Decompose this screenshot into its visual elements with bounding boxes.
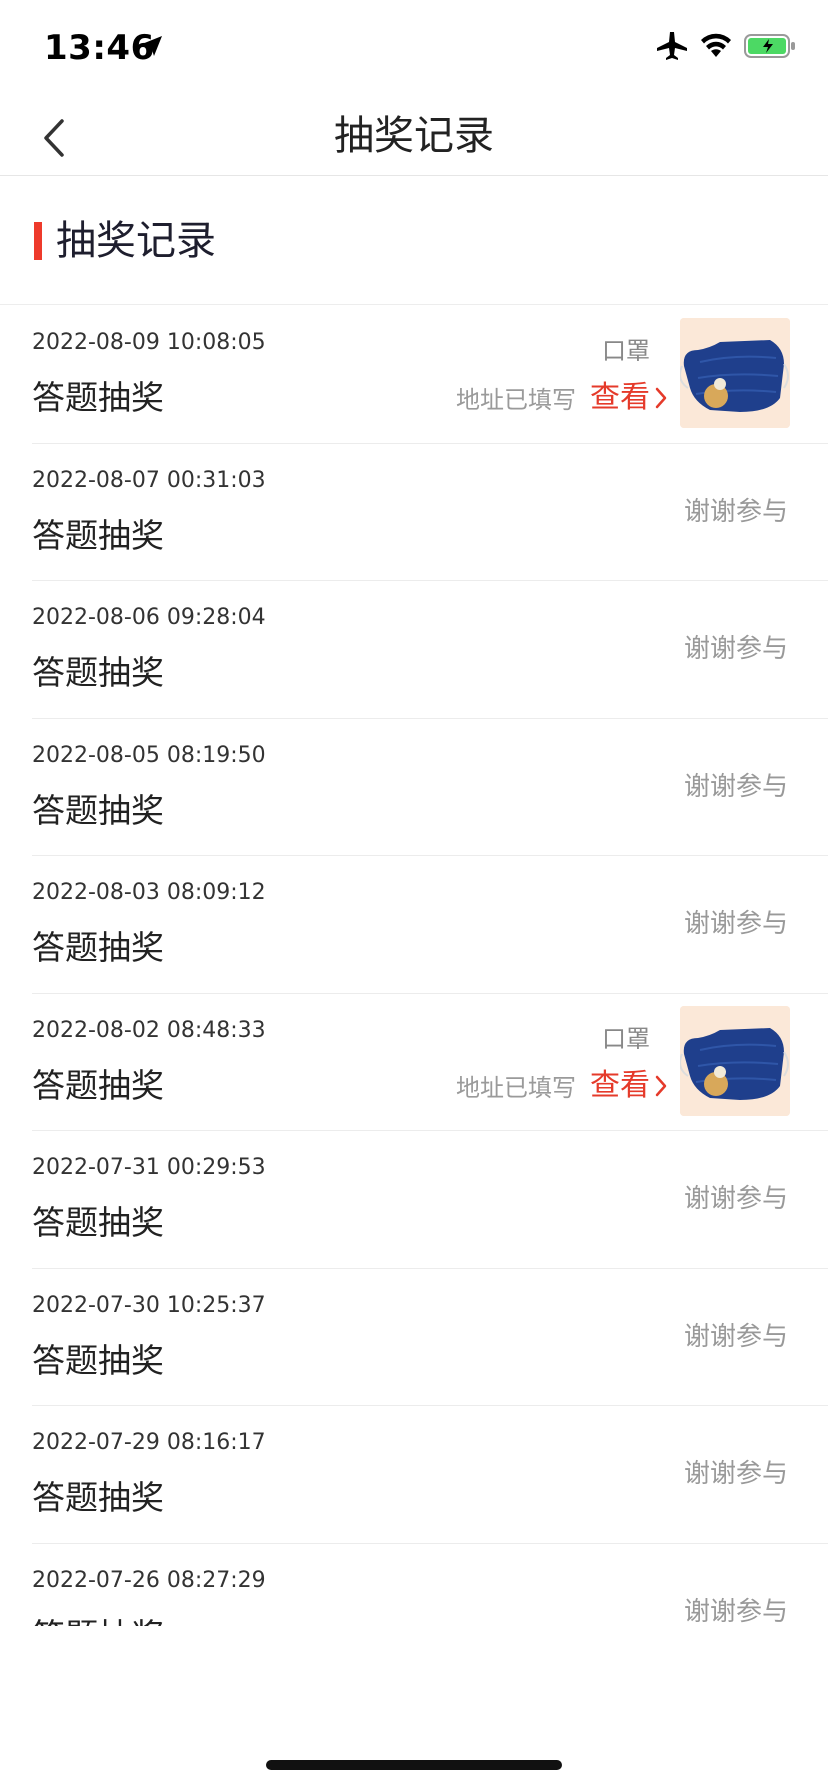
status-icons (656, 32, 796, 60)
nav-bar: 抽奖记录 (0, 100, 828, 176)
record-row[interactable]: 2022-08-03 08:09:12 答题抽奖 谢谢参与 (32, 856, 828, 994)
record-row[interactable]: 2022-07-29 08:16:17 答题抽奖 谢谢参与 (32, 1406, 828, 1544)
record-type: 答题抽奖 (32, 790, 164, 830)
battery-charging-icon (744, 34, 795, 58)
record-result: 谢谢参与 (683, 1321, 788, 1352)
airplane-icon (657, 32, 687, 60)
prize-thumbnail-mask[interactable] (680, 1005, 790, 1116)
record-row[interactable]: 2022-07-30 10:25:37 答题抽奖 谢谢参与 (32, 1269, 828, 1406)
record-result: 谢谢参与 (683, 1184, 788, 1214)
lottery-records-page: 13:46 抽奖记录 抽奖记录 2022-08-09 10:08:05 答题抽奖… (0, 0, 828, 1792)
record-type: 答题抽奖 (32, 378, 164, 417)
prize-name: 口罩 (602, 1024, 650, 1053)
record-time: 2022-07-26 08:27:29 (32, 1567, 266, 1593)
section-title: 抽奖记录 (56, 218, 216, 264)
view-button[interactable]: 查看 (590, 1066, 668, 1106)
record-result: 谢谢参与 (683, 909, 788, 939)
record-row[interactable]: 2022-08-02 08:48:33 答题抽奖 口罩 地址已填写 查看 (32, 994, 828, 1131)
record-row[interactable]: 2022-07-31 00:29:53 答题抽奖 谢谢参与 (32, 1131, 828, 1269)
status-bar: 13:46 (0, 0, 828, 100)
record-row[interactable]: 2022-08-07 00:31:03 答题抽奖 谢谢参与 (32, 444, 828, 581)
record-time: 2022-08-05 08:19:50 (32, 742, 266, 768)
record-time: 2022-08-06 09:28:04 (32, 605, 266, 630)
record-time: 2022-08-02 08:48:33 (32, 1017, 266, 1043)
home-indicator[interactable] (266, 1760, 562, 1770)
wifi-icon (701, 33, 731, 57)
address-status: 地址已填写 (456, 386, 576, 414)
view-label: 查看 (590, 380, 650, 415)
section-accent-bar (34, 222, 42, 260)
record-row[interactable]: 2022-08-06 09:28:04 答题抽奖 谢谢参与 (32, 581, 828, 719)
record-result: 谢谢参与 (683, 496, 788, 527)
record-type: 答题抽奖 (32, 1203, 164, 1242)
record-result: 谢谢参与 (683, 634, 788, 664)
record-time: 2022-07-30 10:25:37 (32, 1292, 266, 1318)
status-time: 13:46 (44, 28, 155, 68)
record-result: 谢谢参与 (683, 1596, 788, 1627)
mask-image-icon (680, 1005, 790, 1116)
address-status: 地址已填写 (456, 1073, 576, 1102)
record-type: 答题抽奖 (32, 1065, 164, 1105)
chevron-right-icon (655, 387, 667, 409)
section-header: 抽奖记录 (0, 177, 828, 305)
view-button[interactable]: 查看 (590, 378, 668, 418)
mask-image-icon (680, 318, 790, 428)
record-type: 答题抽奖 (32, 515, 164, 555)
view-label: 查看 (590, 1067, 650, 1103)
record-type: 答题抽奖 (32, 928, 164, 967)
record-type: 答题抽奖 (32, 1614, 164, 1627)
record-result: 谢谢参与 (683, 771, 788, 802)
record-type: 答题抽奖 (32, 1340, 164, 1380)
chevron-right-icon (655, 1075, 667, 1096)
prize-name: 口罩 (602, 337, 650, 365)
prize-thumbnail-mask[interactable] (680, 318, 790, 428)
record-time: 2022-07-29 08:16:17 (32, 1430, 266, 1455)
record-row[interactable]: 2022-08-05 08:19:50 答题抽奖 谢谢参与 (32, 719, 828, 856)
records-list[interactable]: 2022-08-09 10:08:05 答题抽奖 口罩 地址已填写 查看 202… (0, 306, 828, 1626)
record-type: 答题抽奖 (32, 653, 164, 692)
record-time: 2022-08-09 10:08:05 (32, 330, 266, 355)
record-type: 答题抽奖 (32, 1478, 164, 1517)
record-time: 2022-08-07 00:31:03 (32, 467, 266, 493)
page-title: 抽奖记录 (334, 113, 494, 159)
record-row[interactable]: 2022-08-09 10:08:05 答题抽奖 口罩 地址已填写 查看 (32, 306, 828, 444)
record-time: 2022-08-03 08:09:12 (32, 880, 266, 905)
record-time: 2022-07-31 00:29:53 (32, 1155, 266, 1180)
record-result: 谢谢参与 (683, 1459, 788, 1489)
record-row[interactable]: 2022-07-26 08:27:29 答题抽奖 谢谢参与 (32, 1544, 828, 1627)
location-arrow-icon (142, 36, 162, 56)
